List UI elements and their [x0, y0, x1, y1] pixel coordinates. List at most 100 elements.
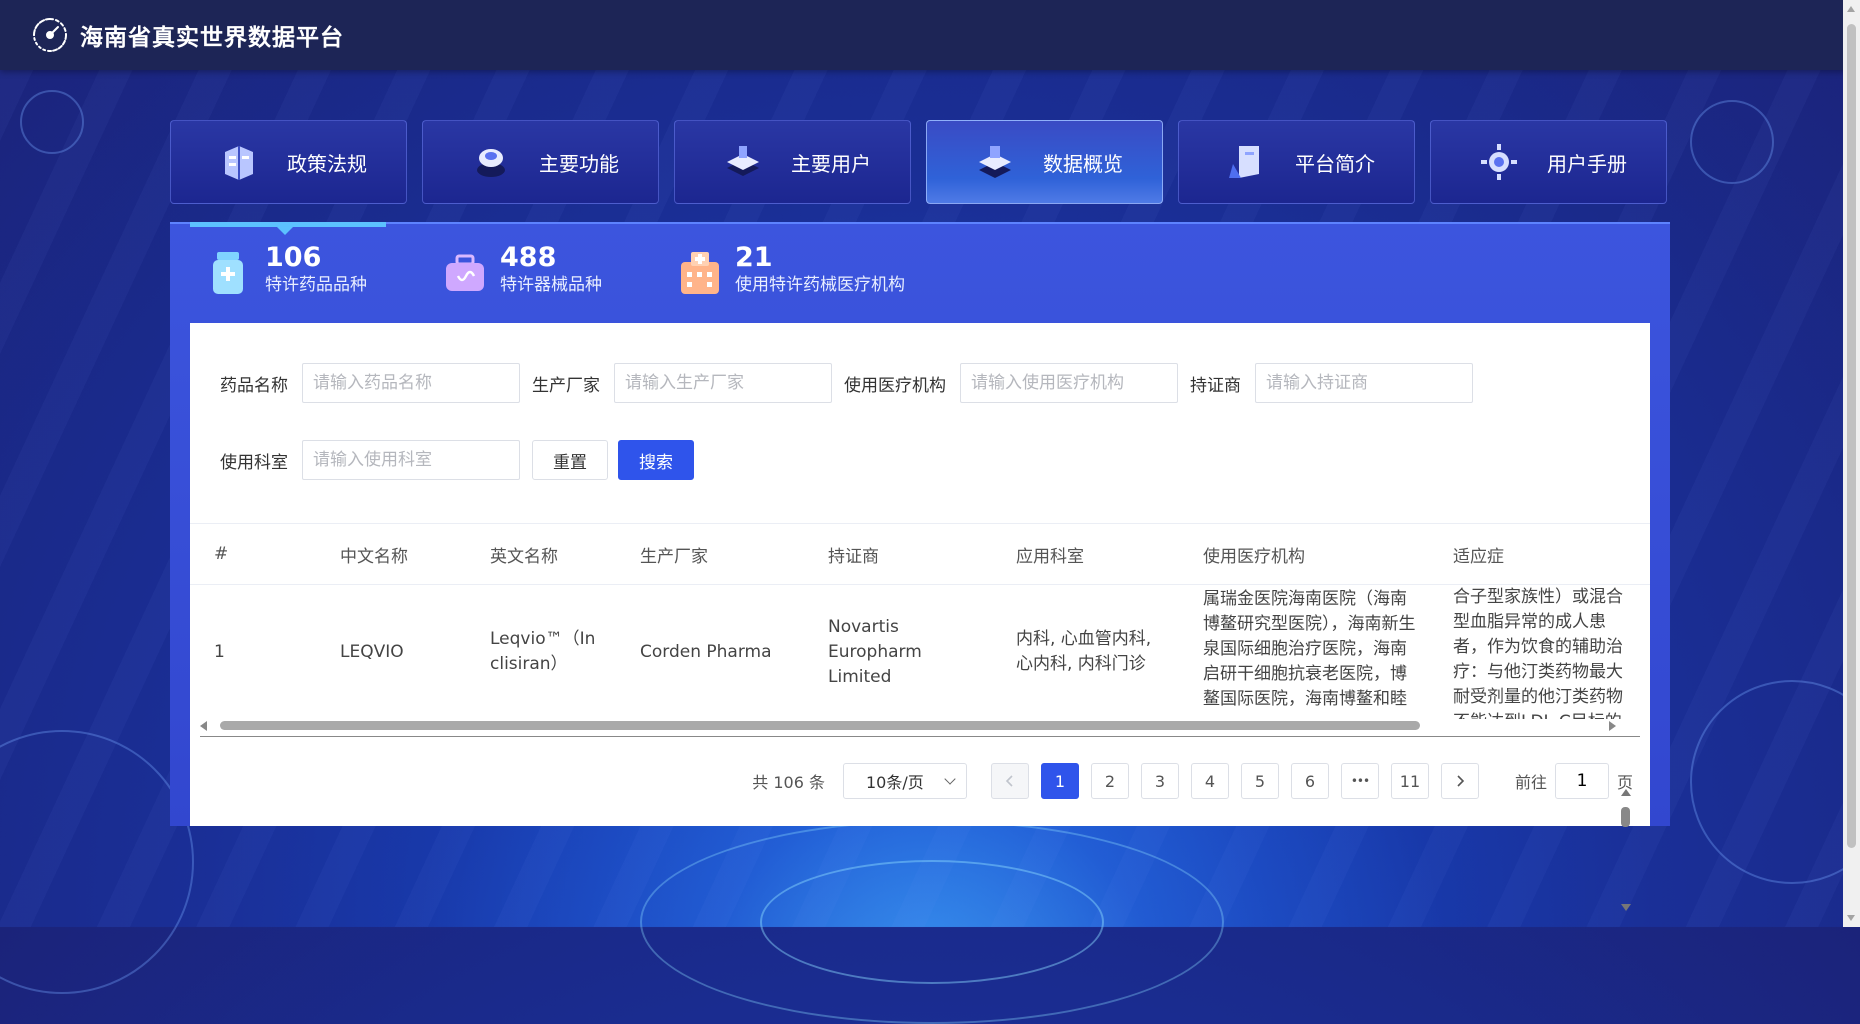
page-button[interactable]: 4 [1190, 763, 1229, 799]
nav-tab-data-overview[interactable]: 数据概览 [926, 120, 1163, 204]
hospital-building-icon [677, 248, 723, 298]
page-size-select[interactable]: 10条/页 [842, 763, 967, 799]
nav-tab-label: 用户手册 [1547, 151, 1627, 176]
column-header[interactable]: 中文名称 [316, 542, 466, 567]
data-stack-icon [967, 134, 1023, 190]
stat-devices[interactable]: 488 特许器械品种 [442, 242, 677, 322]
scroll-up-arrow-icon[interactable] [1847, 6, 1855, 12]
page-jump-input[interactable] [1554, 763, 1609, 799]
medicine-bottle-icon [207, 248, 253, 298]
more-pages-button[interactable]: ••• [1340, 763, 1379, 799]
table-row[interactable]: 1 LEQVIO Leqvio™（Inclisiran） Corden Phar… [190, 585, 1650, 719]
platform-doc-icon [1219, 134, 1275, 190]
nav-tab-user-manual[interactable]: 用户手册 [1430, 120, 1667, 204]
nav-tab-label: 主要用户 [791, 151, 871, 176]
top-bar: 海南省真实世界数据平台 [0, 0, 1860, 70]
page-button[interactable]: 6 [1290, 763, 1329, 799]
table-header: # 中文名称 英文名称 生产厂家 持证商 应用科室 使用医疗机构 适应症 [190, 523, 1650, 585]
prev-page-button[interactable] [990, 763, 1029, 799]
nav-tab-label: 数据概览 [1043, 151, 1123, 176]
table-bottom-border [200, 736, 1640, 737]
chevron-left-icon [1005, 775, 1013, 787]
medical-kit-icon [442, 248, 488, 298]
cell-holder: Novartis Europharm Limited [828, 616, 922, 687]
jump-suffix: 页 [1616, 773, 1633, 792]
manufacturer-input[interactable] [614, 363, 832, 403]
table-body[interactable]: 1 LEQVIO Leqvio™（Inclisiran） Corden Phar… [190, 585, 1650, 719]
stat-label: 特许器械品种 [500, 275, 602, 295]
panel-divider [170, 222, 1670, 224]
nav-tab-users[interactable]: 主要用户 [674, 120, 911, 204]
column-header[interactable]: 适应症 [1429, 542, 1629, 567]
reset-button[interactable]: 重置 [532, 440, 608, 480]
main-nav: 政策法规 主要功能 主要用户 数据概览 平台简介 用户手册 [170, 120, 1670, 204]
institution-input[interactable] [960, 363, 1178, 403]
nav-tab-label: 平台简介 [1295, 151, 1375, 176]
page-button[interactable]: 2 [1090, 763, 1129, 799]
stat-label: 特许药品品种 [265, 275, 367, 295]
stat-drugs[interactable]: 106 特许药品品种 [207, 242, 442, 322]
column-header[interactable]: 持证商 [804, 542, 992, 567]
page-jump: 前往 页 [1515, 763, 1633, 799]
department-label: 使用科室 [220, 452, 288, 473]
nav-tab-platform-intro[interactable]: 平台简介 [1178, 120, 1415, 204]
cell-scrollbar-thumb[interactable] [1621, 807, 1630, 827]
institutions-text: 医学院第二附属医院海南医院，上海交通大学医学院附属瑞金医院海南医院（海南博鳌研究… [1203, 589, 1416, 709]
column-header[interactable]: 生产厂家 [616, 542, 804, 567]
search-button[interactable]: 搜索 [618, 440, 694, 480]
scroll-down-arrow-icon[interactable] [1847, 915, 1855, 921]
pagination: 共 106 条 10条/页 1 2 3 4 5 6 ••• 11 前往 页 [752, 763, 1633, 799]
stat-value: 488 [500, 242, 557, 273]
nav-tab-label: 主要功能 [539, 151, 619, 176]
policy-book-icon [211, 134, 267, 190]
active-stat-caret-icon [277, 227, 293, 235]
stat-value: 106 [265, 242, 322, 273]
cell-en-name: Leqvio™（Inclisiran） [490, 629, 596, 674]
page-button[interactable]: 5 [1240, 763, 1279, 799]
table-horizontal-scrollbar[interactable] [200, 717, 1640, 733]
function-device-icon [463, 134, 519, 190]
column-header[interactable]: 英文名称 [466, 542, 616, 567]
cell-institutions: 医学院第二附属医院海南医院，上海交通大学医学院附属瑞金医院海南医院（海南博鳌研究… [1179, 585, 1429, 719]
department-input[interactable] [302, 440, 520, 480]
chevron-right-icon [1457, 775, 1465, 787]
drug-name-input[interactable] [302, 363, 520, 403]
nav-tab-label: 政策法规 [287, 151, 367, 176]
manual-gear-icon [1471, 134, 1527, 190]
page-size-value: 10条/页 [865, 773, 924, 792]
nav-tab-policy[interactable]: 政策法规 [170, 120, 407, 204]
horizontal-scrollbar-thumb[interactable] [220, 721, 1420, 730]
manufacturer-label: 生产厂家 [532, 375, 600, 396]
column-header[interactable]: 使用医疗机构 [1179, 542, 1429, 567]
column-header[interactable]: # [190, 544, 316, 564]
jump-prefix: 前往 [1514, 773, 1547, 792]
cell-scrollbar[interactable] [1618, 787, 1632, 913]
page-button[interactable]: 3 [1140, 763, 1179, 799]
drug-name-label: 药品名称 [220, 375, 288, 396]
stats-row: 106 特许药品品种 488 特许器械品种 21 使用特许药械医疗机构 [207, 242, 912, 322]
scroll-down-arrow-icon[interactable] [1621, 904, 1631, 911]
app-title: 海南省真实世界数据平台 [80, 25, 344, 51]
platform-logo-icon[interactable] [30, 15, 70, 55]
total-count: 共 106 条 [752, 773, 825, 792]
stat-institutions[interactable]: 21 使用特许药械医疗机构 [677, 242, 912, 322]
nav-tab-functions[interactable]: 主要功能 [422, 120, 659, 204]
scroll-left-arrow-icon[interactable] [200, 721, 207, 731]
page-button[interactable]: 1 [1040, 763, 1079, 799]
cell-cn-name: LEQVIO [340, 641, 404, 662]
cell-indication: 合子型家族性）或混合型血脂异常的成人患者，作为饮食的辅助治疗：与他汀类药物最大耐… [1429, 585, 1629, 719]
column-header[interactable]: 应用科室 [992, 542, 1179, 567]
holder-label: 持证商 [1190, 375, 1241, 396]
users-stack-icon [715, 134, 771, 190]
chevron-down-icon [944, 773, 956, 785]
page-scrollbar-thumb[interactable] [1847, 24, 1856, 848]
page-button[interactable]: 11 [1390, 763, 1429, 799]
page-scrollbar[interactable] [1843, 0, 1860, 927]
cell-departments: 内科, 心血管内科, 心内科, 内科门诊 [1016, 629, 1152, 674]
scroll-right-arrow-icon[interactable] [1609, 721, 1616, 731]
next-page-button[interactable] [1440, 763, 1479, 799]
stat-label: 使用特许药械医疗机构 [735, 275, 905, 295]
data-overview-panel: 106 特许药品品种 488 特许器械品种 21 使用特许药械医疗机构 药品名称… [170, 222, 1670, 911]
holder-input[interactable] [1255, 363, 1473, 403]
search-filters: 药品名称 生产厂家 使用医疗机构 持证商 使用科室 重置 搜索 [220, 363, 1485, 517]
